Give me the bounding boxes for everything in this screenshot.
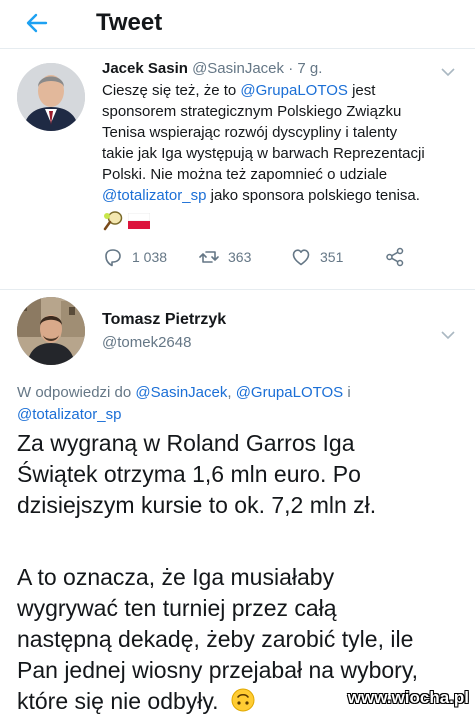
reply-action[interactable]: 1 038 [102,246,167,268]
tennis-racket-icon [103,211,123,231]
author-name[interactable]: Tomasz Pietrzyk [102,311,226,329]
back-arrow-icon[interactable] [24,10,50,36]
reply-icon [105,249,121,267]
avatar[interactable] [17,297,85,365]
tweet-line: @totalizator_sp jako sponsora polskiego … [102,187,420,204]
mention-link[interactable]: @totalizator_sp [102,187,206,204]
mention-link[interactable]: @GrupaLOTOS [240,82,348,99]
reply-count: 1 038 [132,249,168,265]
share-icon [386,247,404,267]
page-title: Tweet [96,9,163,36]
mention-link[interactable]: @SasinJacek [135,384,227,401]
retweet-action[interactable]: 363 [198,246,251,268]
tweet-time: · 7 g. [288,60,323,77]
heart-icon [292,249,310,266]
like-action[interactable]: 351 [290,246,343,268]
tweet-text-paragraph: Za wygraną w Roland Garros Iga Świątek o… [17,430,377,518]
tweet-line: Cieszę się też, że to @GrupaLOTOS jest [102,82,376,99]
upside-down-face-icon [231,688,255,712]
poland-flag-icon [128,212,151,229]
share-action[interactable] [384,246,406,268]
author-name[interactable]: Jacek Sasin [102,60,188,77]
retweet-icon [199,251,219,263]
tweet-actions: 1 038 363 351 [102,246,432,270]
retweet-count: 363 [228,249,252,265]
tweet-line: sponsorem strategicznym Polskiego Związk… [102,103,402,120]
mention-link[interactable]: @totalizator_sp [17,406,121,423]
tweet-line: takie jak Iga występują w barwach Reprez… [102,145,425,162]
tweet-text: Cieszę się też, że to @GrupaLOTOS jest s… [102,80,467,206]
author-handle[interactable]: @SasinJacek [192,60,284,77]
divider [0,289,475,290]
emoji-row [102,210,151,232]
chevron-down-icon[interactable] [441,64,455,77]
top-bar: Tweet [0,0,475,49]
reply-context: W odpowiedzi do @SasinJacek, @GrupaLOTOS… [17,384,351,423]
like-count: 351 [320,249,344,265]
mention-link[interactable]: @GrupaLOTOS [236,384,344,401]
author-handle[interactable]: @tomek2648 [102,334,191,351]
watermark: www.wiocha.pl [347,688,469,707]
tweet-line: Polski. Nie można też zapomnieć o udzial… [102,166,388,183]
avatar[interactable] [17,63,85,131]
chevron-down-icon[interactable] [441,327,455,340]
tweet-header: Jacek Sasin @SasinJacek · 7 g. [102,60,322,77]
tweet-line: Tenisa wspierając rozwój dyscypliny i ta… [102,124,398,141]
